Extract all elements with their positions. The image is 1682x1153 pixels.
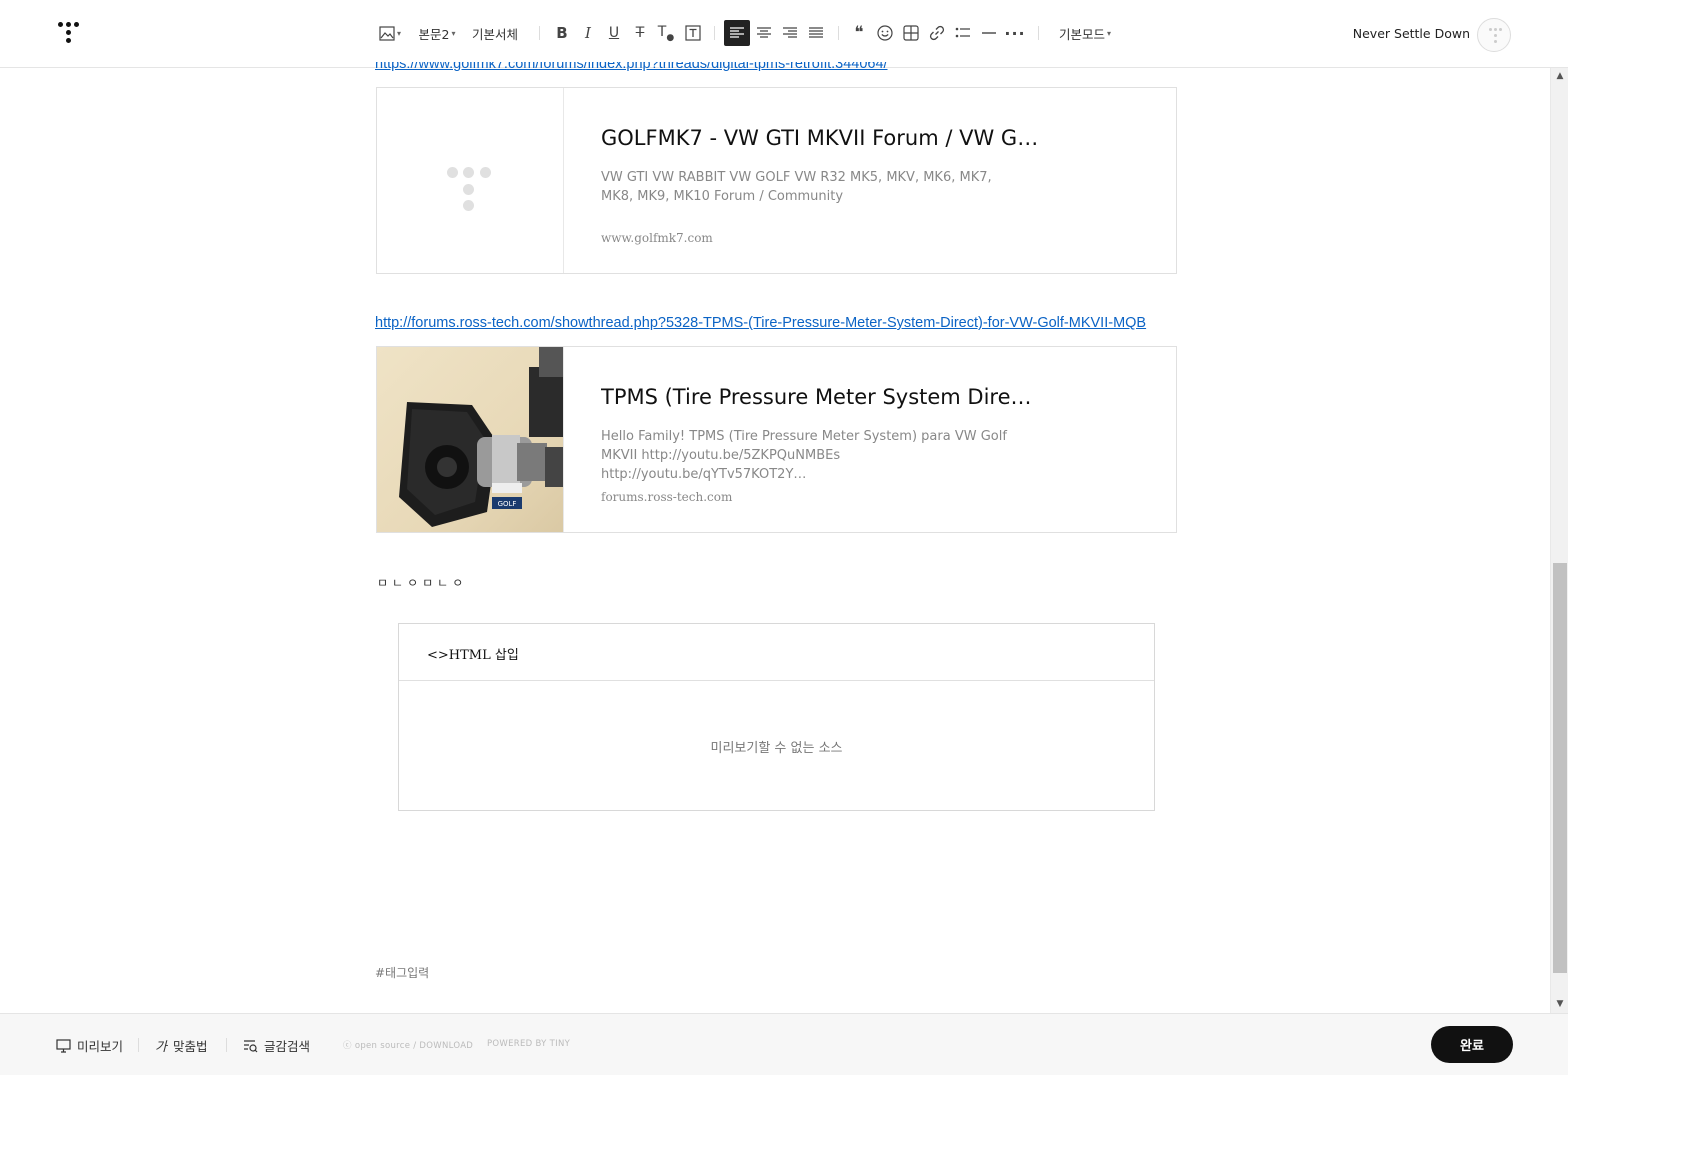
align-center-button[interactable]	[753, 22, 775, 44]
preview-button[interactable]: 미리보기	[56, 1036, 123, 1055]
photo-golf-label: GOLF	[498, 500, 517, 508]
font-family-label: 기본서체	[471, 26, 518, 42]
link-icon	[929, 25, 945, 41]
html-preview-message: 미리보기할 수 없는 소스	[710, 741, 843, 756]
bold-icon: B	[556, 24, 568, 42]
card-domain: www.golfmk7.com	[601, 231, 713, 245]
footer-divider	[138, 1038, 139, 1052]
bullet-list-icon	[955, 27, 970, 38]
body-text-paragraph[interactable]: ㅁㄴㅇㅁㄴㅇ	[377, 574, 467, 591]
open-source-icon: ⓒ	[343, 1041, 355, 1051]
bold-button[interactable]: B	[552, 22, 572, 44]
tistory-logo[interactable]	[56, 20, 82, 46]
align-right-button[interactable]	[779, 22, 801, 44]
publish-button[interactable]: 완료	[1431, 1026, 1513, 1063]
quote-button[interactable]: ❝	[848, 22, 870, 44]
bullet-list-button[interactable]	[952, 22, 974, 44]
toolbar-divider	[838, 26, 839, 40]
spellcheck-label: 맞춤법	[172, 1039, 208, 1054]
scroll-down-icon[interactable]: ▼	[1551, 996, 1569, 1012]
link-preview-card-ross-tech[interactable]: GOLF TPMS (Tire Pressure Meter System Di…	[376, 346, 1177, 533]
italic-icon: I	[585, 24, 591, 42]
editor-footer: 미리보기 가 맞춤법 글감검색 ⓒ open source / DOWNLOAD…	[0, 1013, 1568, 1075]
blog-name[interactable]: Never Settle Down	[1353, 26, 1470, 41]
align-right-icon	[783, 27, 797, 38]
html-block-header: <>HTML 삽입	[399, 624, 1154, 681]
insert-image-button[interactable]: ▾	[376, 22, 404, 44]
tpms-sensor-illustration: GOLF	[399, 347, 563, 527]
material-search-label: 글감검색	[264, 1039, 311, 1054]
chevron-down-icon: ▾	[1107, 28, 1112, 38]
footer-divider	[226, 1038, 227, 1052]
monitor-icon	[56, 1038, 71, 1053]
align-justify-button[interactable]	[805, 22, 827, 44]
material-search-button[interactable]: 글감검색	[243, 1036, 310, 1055]
card-title: GOLFMK7 - VW GTI MKVII Forum / VW Golf R…	[601, 126, 1041, 150]
quote-icon: ❝	[854, 23, 864, 43]
scroll-thumb[interactable]	[1553, 563, 1567, 973]
card-title: TPMS (Tire Pressure Meter System Direct)…	[601, 385, 1041, 409]
text-background-icon	[685, 25, 701, 41]
align-left-button[interactable]	[724, 20, 750, 46]
strikethrough-button[interactable]: T	[630, 22, 650, 44]
strikethrough-icon: T	[635, 25, 645, 41]
table-icon	[903, 25, 919, 41]
powered-by-tiny: POWERED BY TINY	[487, 1039, 571, 1049]
paragraph-style-label: 본문2	[418, 26, 450, 42]
spellcheck-button[interactable]: 가 맞춤법	[155, 1036, 207, 1055]
card-description: Hello Family! TPMS (Tire Pressure Meter …	[601, 429, 1007, 482]
text-background-button[interactable]	[682, 22, 704, 44]
horizontal-line-icon	[982, 32, 996, 34]
html-block-title: <>HTML 삽입	[427, 648, 519, 663]
tag-input[interactable]: #태그입력	[375, 964, 429, 981]
text-color-icon: T●	[657, 23, 675, 43]
more-button[interactable]: ···	[1004, 22, 1026, 44]
editor-mode-select[interactable]: 기본모드 ▾	[1054, 22, 1116, 44]
table-button[interactable]	[900, 22, 922, 44]
align-justify-icon	[809, 27, 823, 38]
open-source-link[interactable]: ⓒ open source / DOWNLOAD	[343, 1039, 473, 1051]
toolbar-divider	[1038, 26, 1039, 40]
paragraph-style-select[interactable]: 본문2 ▾	[416, 22, 458, 44]
align-center-icon	[757, 27, 771, 38]
scrollbar[interactable]: ▲ ▼	[1550, 68, 1568, 1013]
avatar[interactable]	[1477, 18, 1511, 52]
image-icon	[379, 25, 395, 41]
text-color-button[interactable]: T●	[656, 22, 676, 44]
card-thumbnail-placeholder	[377, 88, 564, 273]
link-preview-card-golfmk7[interactable]: GOLFMK7 - VW GTI MKVII Forum / VW Golf R…	[376, 87, 1177, 274]
emoticon-button[interactable]	[874, 22, 896, 44]
editor-toolbar: ▾ 본문2 ▾ 기본서체 B I U T T● ❝ ··· 기본모드 ▾ Nev…	[0, 0, 1568, 68]
html-insert-block[interactable]: <>HTML 삽입 미리보기할 수 없는 소스	[398, 623, 1155, 811]
search-document-icon	[244, 1039, 258, 1052]
card-description: VW GTI VW RABBIT VW GOLF VW R32 MK5, MKV…	[601, 170, 992, 204]
chevron-down-icon: ▾	[451, 28, 456, 38]
font-family-select[interactable]: 기본서체	[469, 22, 521, 44]
ross-tech-link[interactable]: http://forums.ross-tech.com/showthread.p…	[375, 315, 1146, 331]
toolbar-divider	[539, 26, 540, 40]
preview-label: 미리보기	[77, 1039, 124, 1054]
more-icon: ···	[1004, 23, 1026, 43]
link-button[interactable]	[926, 22, 948, 44]
underline-icon: U	[608, 25, 620, 41]
chevron-down-icon: ▾	[396, 28, 401, 38]
tpms-sensor-photo: GOLF	[377, 347, 563, 532]
toolbar-divider	[714, 26, 715, 40]
smiley-icon	[877, 25, 893, 41]
editor-mode-label: 기본모드	[1058, 26, 1105, 42]
underline-button[interactable]: U	[604, 22, 624, 44]
open-source-label: open source / DOWNLOAD	[354, 1041, 474, 1051]
card-thumbnail-photo: GOLF	[377, 347, 564, 532]
italic-button[interactable]: I	[578, 22, 598, 44]
scroll-up-icon[interactable]: ▲	[1551, 68, 1569, 84]
horizontal-line-button[interactable]	[978, 22, 1000, 44]
spellcheck-icon: 가	[155, 1040, 167, 1055]
card-domain: forums.ross-tech.com	[601, 490, 733, 504]
align-left-icon	[730, 27, 744, 38]
